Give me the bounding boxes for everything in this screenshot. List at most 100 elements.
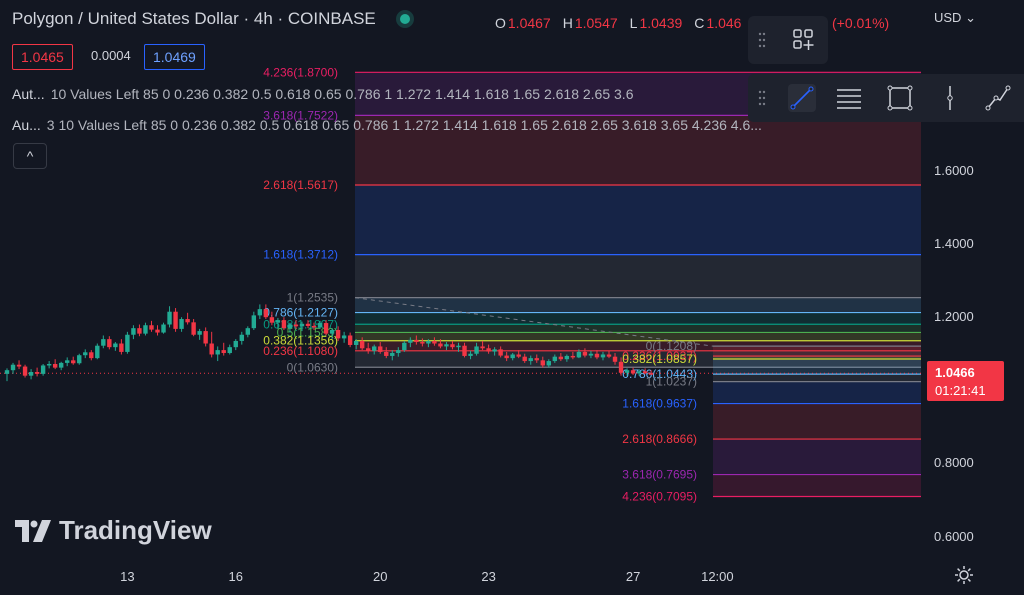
fib-left-level-label: 1.618(1.3712)	[263, 248, 338, 262]
currency-selector[interactable]: USD ⌄	[934, 10, 976, 26]
fib-left-zone	[355, 332, 921, 341]
candle-body	[335, 329, 341, 339]
ohlc-open: O 1.0467	[495, 15, 551, 31]
collapse-legend-button[interactable]: ^	[13, 143, 47, 169]
ohlc-readout: O 1.0467 H 1.0547 L 1.0439 C 1.046	[495, 15, 741, 31]
logo-text: TradingView	[59, 515, 212, 545]
buy-button[interactable]: 1.0469	[144, 44, 205, 70]
indicator-name[interactable]: Au...	[12, 117, 41, 133]
floating-toolbar-objects[interactable]	[748, 16, 828, 64]
candle-body	[293, 324, 299, 327]
candle-body	[420, 342, 425, 344]
rectangle-icon[interactable]	[886, 84, 914, 112]
fib-right-zone	[713, 381, 921, 404]
candle-body	[329, 329, 335, 334]
candle-body	[40, 365, 46, 374]
fib-left-level-label: 0.236(1.1080)	[263, 344, 338, 358]
candle-body	[636, 371, 642, 374]
candle-body	[203, 331, 208, 344]
drag-handle-icon[interactable]	[758, 90, 766, 106]
fib-left-zone	[355, 312, 921, 325]
symbol-title[interactable]: Polygon / United States Dollar · 4h · CO…	[12, 9, 376, 29]
candle-body	[113, 343, 118, 348]
candle-body	[366, 348, 371, 351]
candle-body	[173, 311, 178, 329]
fib-left-level-label: 1(1.2535)	[287, 291, 338, 305]
candle-body	[390, 353, 395, 356]
candle-body	[323, 323, 329, 334]
tradingview-logo[interactable]: TradingView	[15, 515, 212, 546]
fib-right-level-label: 0.382(1.0857)	[622, 352, 697, 366]
candle-body	[10, 364, 16, 371]
symbol-header[interactable]: Polygon / United States Dollar · 4h · CO…	[12, 9, 410, 29]
candle-body	[552, 356, 558, 362]
candle-body	[456, 345, 461, 348]
candle-body	[311, 325, 317, 328]
candle-body	[263, 309, 269, 318]
candle-body	[221, 350, 226, 354]
candle-body	[341, 335, 347, 339]
candle-body	[426, 340, 431, 344]
candle-body	[594, 353, 600, 358]
time-tick-label: 23	[481, 569, 496, 584]
fib-levels-icon[interactable]	[835, 84, 863, 112]
candle-body	[504, 355, 509, 359]
fib-left-zone	[355, 254, 921, 298]
fib-right-zone	[713, 403, 921, 440]
sell-button[interactable]: 1.0465	[12, 44, 73, 70]
market-status-icon	[399, 14, 410, 24]
candle-body	[167, 311, 172, 325]
time-axis[interactable]	[0, 562, 923, 595]
path-icon[interactable]	[984, 84, 1012, 112]
time-tick-label: 12:00	[701, 569, 734, 584]
candle-body	[558, 356, 564, 360]
candle-body	[227, 347, 232, 354]
vertical-line-icon[interactable]	[936, 84, 964, 112]
candle-body	[257, 309, 263, 316]
indicator-name[interactable]: Aut...	[12, 86, 45, 102]
fib-right-level-label: 1.618(0.9637)	[622, 397, 697, 411]
indicator-legend-2[interactable]: Au... 3 10 Values Left 85 0 0.236 0.382 0…	[12, 117, 762, 133]
candle-body	[528, 358, 533, 362]
candle-body	[540, 360, 545, 366]
candle-body	[89, 352, 94, 359]
add-object-icon[interactable]	[790, 26, 818, 54]
candle-body	[378, 346, 383, 352]
time-tick-label: 20	[373, 569, 388, 584]
tradingview-chart-window: 4.236(1.8700) 3.618(1.7522) 2.618(1.5617) 1…	[0, 0, 1024, 595]
candle-body	[606, 354, 612, 357]
time-tick-label: 13	[120, 569, 135, 584]
candle-body	[305, 323, 311, 326]
price-tick-label: 0.8000	[934, 455, 974, 471]
candle-body	[209, 343, 214, 355]
gear-icon[interactable]	[954, 565, 974, 585]
candle-body	[624, 370, 630, 373]
fib-left-zone	[355, 297, 921, 313]
candle-body	[600, 354, 606, 358]
time-tick-label: 27	[625, 569, 641, 584]
bar-countdown: 01:21:41	[935, 383, 986, 398]
trend-line-icon[interactable]	[788, 84, 816, 112]
indicator-params: 10 Values Left 85 0 0.236 0.382 0.5 0.61…	[50, 86, 634, 102]
ohlc-low: L 1.0439	[629, 15, 683, 31]
indicator-legend-1[interactable]: Aut... 10 Values Left 85 0 0.236 0.382 0.…	[12, 86, 633, 102]
candle-body	[432, 340, 437, 344]
candle-body	[16, 364, 22, 367]
candle-body	[516, 354, 521, 357]
candle-body	[179, 319, 184, 329]
drag-handle-icon[interactable]	[758, 32, 766, 48]
candle-body	[492, 349, 497, 352]
chevron-up-icon: ^	[26, 148, 34, 164]
fib-right-zone	[713, 439, 921, 475]
candle-body	[77, 355, 82, 364]
fib-left-level-label: 2.618(1.5617)	[263, 178, 338, 192]
candle-body	[576, 351, 582, 358]
floating-toolbar-drawing[interactable]	[748, 74, 1024, 122]
candle-body	[612, 356, 618, 362]
candle-body	[588, 353, 594, 356]
candle-body	[4, 370, 10, 374]
candle-body	[359, 340, 365, 349]
candle-body	[101, 339, 106, 346]
price-tick-label: 0.6000	[934, 528, 974, 544]
candle-body	[28, 372, 34, 376]
